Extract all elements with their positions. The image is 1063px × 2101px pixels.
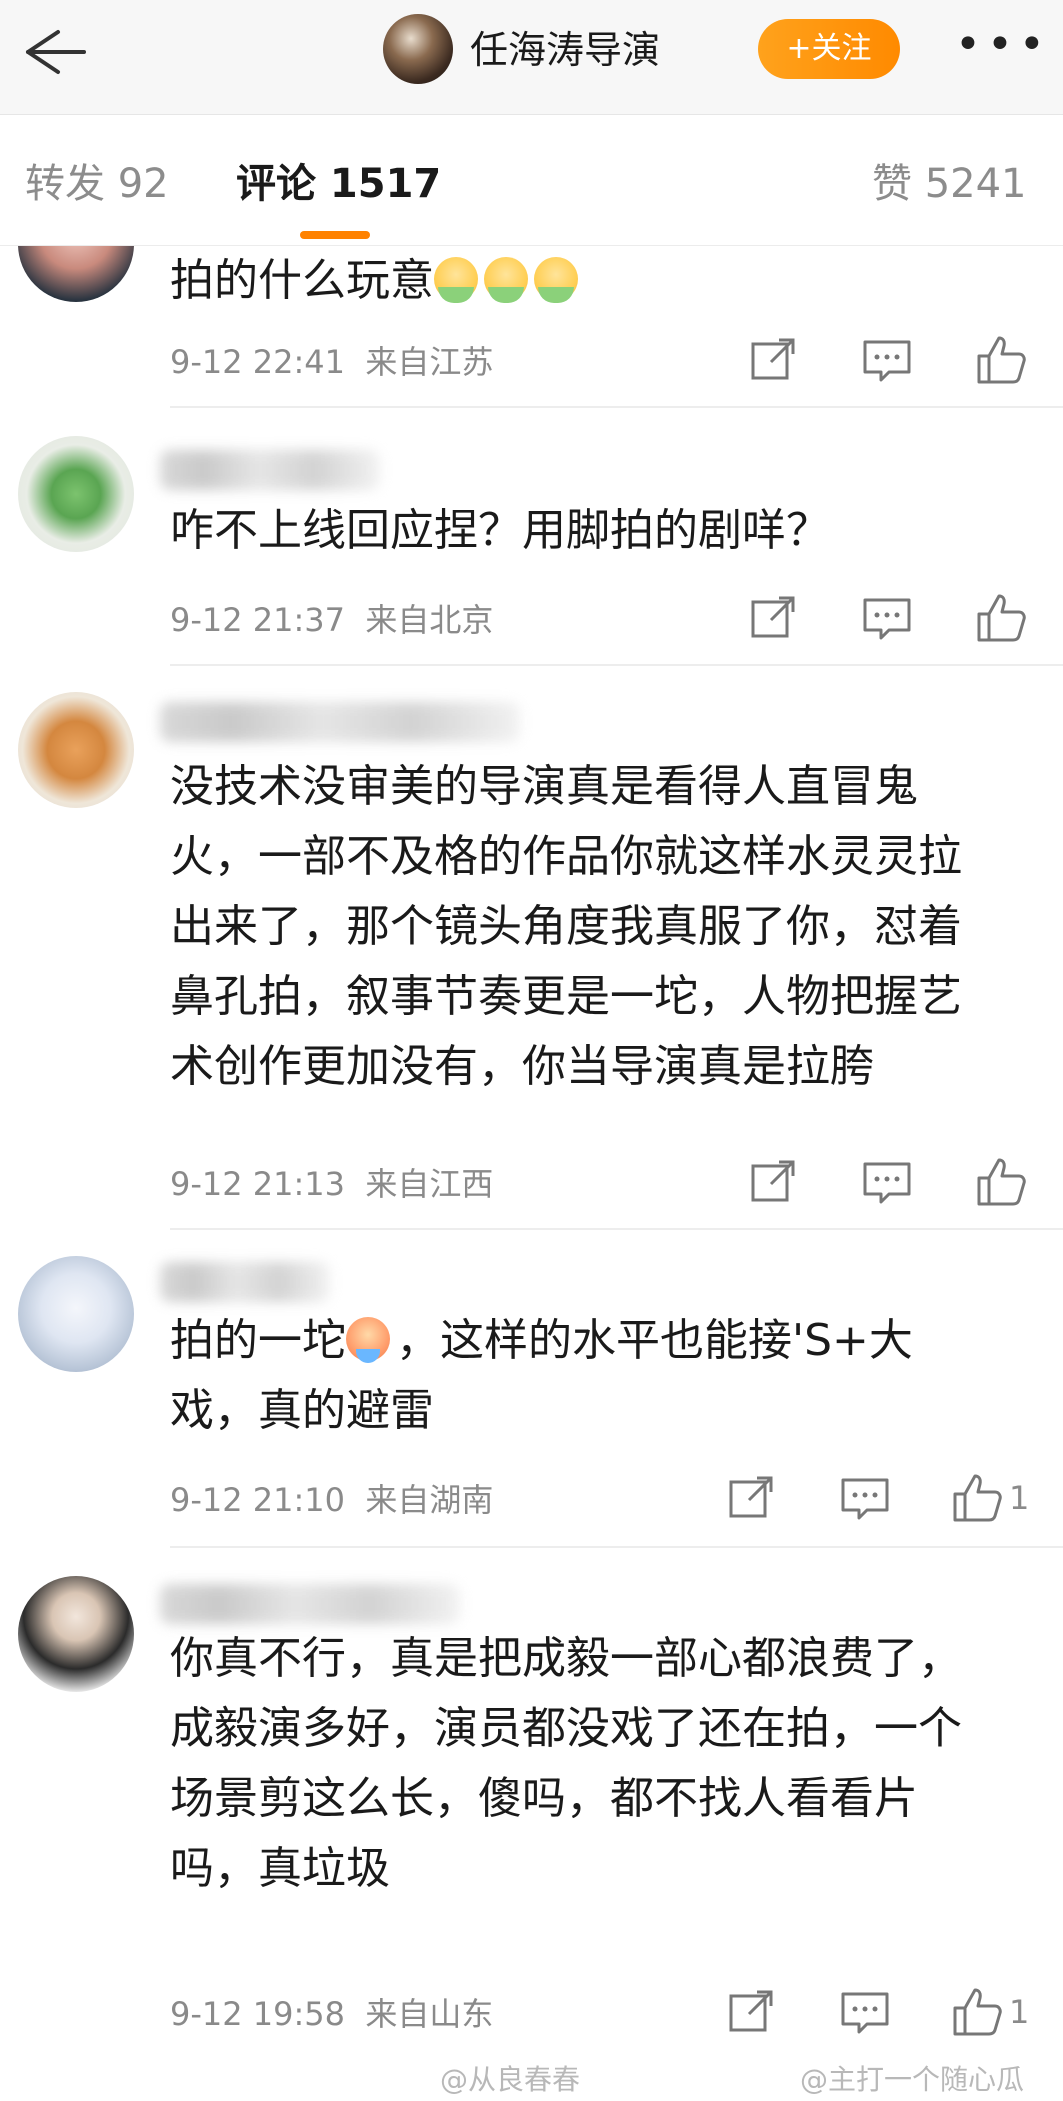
avatar[interactable] [18, 692, 134, 808]
follow-button[interactable]: +关注 [758, 19, 900, 79]
profile-name[interactable]: 任海涛导演 [470, 22, 660, 78]
username-blurred[interactable] [160, 450, 380, 490]
divider [170, 406, 1063, 408]
tab-bar: 转发 92 评论 1517 赞 5241 [0, 116, 1063, 246]
tab-comments[interactable]: 评论 1517 [236, 156, 441, 212]
back-arrow-icon[interactable] [10, 22, 90, 82]
watermark-left: @从良春春 [440, 2063, 581, 2096]
like-icon[interactable] [973, 332, 1029, 388]
profile-avatar[interactable] [383, 14, 453, 84]
divider [170, 664, 1063, 666]
comment-actions: 1 [723, 1984, 1029, 2040]
comment-meta: 9-12 22:41 来自江苏 [170, 343, 494, 381]
like-count: 1 [1009, 1993, 1030, 2031]
share-icon[interactable] [745, 590, 801, 646]
comment-text: 你真不行，真是把成毅一部心都浪费了，成毅演多好，演员都没戏了还在拍，一个场景剪这… [170, 1633, 962, 1894]
comment-text: 拍的一坨 ，这样的水平也能接'S+大戏，真的避雷 [170, 1315, 913, 1436]
comment-actions [723, 332, 1026, 388]
emoji-icon [434, 257, 478, 303]
like-icon[interactable] [973, 1154, 1029, 1210]
share-icon[interactable] [745, 332, 801, 388]
comment-meta: 9-12 21:37 来自北京 [170, 601, 494, 639]
comment-actions: 1 [723, 1470, 1029, 1526]
tab-repost[interactable]: 转发 92 [25, 156, 169, 212]
avatar[interactable] [18, 246, 134, 302]
username-blurred[interactable] [160, 1262, 330, 1302]
comment-actions [723, 590, 1026, 646]
top-bar: 任海涛导演 +关注 ••• [0, 0, 1063, 115]
divider [170, 1546, 1063, 1548]
like-icon[interactable] [973, 590, 1029, 646]
share-icon[interactable] [723, 1470, 779, 1526]
comment-icon[interactable] [837, 1470, 893, 1526]
active-tab-indicator [300, 231, 370, 239]
emoji-icon [346, 1317, 390, 1363]
comment-icon[interactable] [837, 1984, 893, 2040]
comment-text: 没技术没审美的导演真是看得人直冒鬼火，一部不及格的作品你就这样水灵灵拉出来了，那… [170, 761, 962, 1092]
share-icon[interactable] [745, 1154, 801, 1210]
comment-meta: 9-12 19:58 来自山东 [170, 1995, 494, 2033]
emoji-icon [484, 257, 528, 303]
username-blurred[interactable] [160, 702, 520, 742]
username-blurred[interactable] [160, 1584, 460, 1624]
like-icon[interactable] [949, 1984, 1005, 2040]
emoji-icon [534, 257, 578, 303]
watermark-right: @主打一个随心瓜 [800, 2063, 1025, 2096]
comment-list: 拍的什么玩意 9-12 22:41 来自江苏 咋不上线回应捏？用脚拍的剧咩？ 9… [0, 246, 1063, 2101]
like-count: 1 [1009, 1479, 1030, 1517]
comment-meta: 9-12 21:13 来自江西 [170, 1165, 494, 1203]
comment-actions [723, 1154, 1026, 1210]
avatar[interactable] [18, 436, 134, 552]
tab-likes[interactable]: 赞 5241 [872, 156, 1027, 212]
comment-text: 咋不上线回应捏？用脚拍的剧咩？ [170, 505, 830, 556]
comment-icon[interactable] [859, 332, 915, 388]
comment-meta: 9-12 21:10 来自湖南 [170, 1481, 494, 1519]
avatar[interactable] [18, 1576, 134, 1692]
more-dots-icon[interactable]: ••• [955, 20, 1045, 80]
like-icon[interactable] [949, 1470, 1005, 1526]
comment-icon[interactable] [859, 590, 915, 646]
divider [170, 1228, 1063, 1230]
avatar[interactable] [18, 1256, 134, 1372]
comment-icon[interactable] [859, 1154, 915, 1210]
share-icon[interactable] [723, 1984, 779, 2040]
comment-text: 拍的什么玩意 [170, 246, 1000, 316]
